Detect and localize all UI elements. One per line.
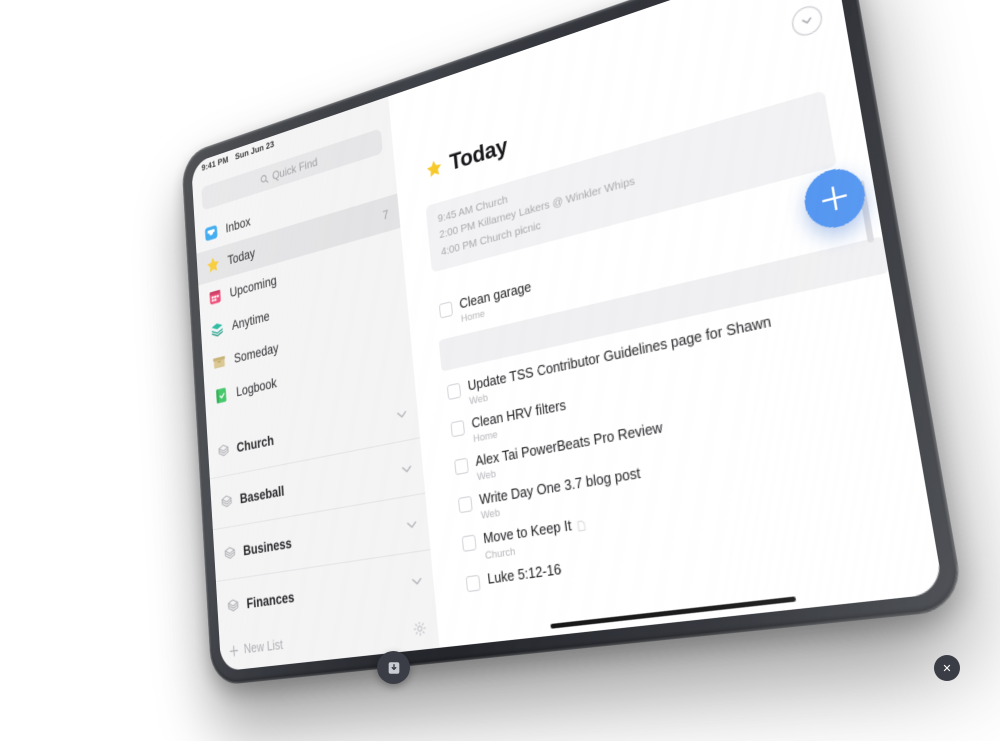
ipad-device: 9:41 PM Sun Jun 23 Quick Find Inbox Toda… bbox=[181, 0, 966, 687]
cube-icon bbox=[217, 442, 230, 460]
gear-icon[interactable] bbox=[413, 620, 427, 637]
sidebar-area-label: Business bbox=[242, 535, 293, 559]
layers-icon bbox=[211, 322, 224, 338]
plus-icon bbox=[229, 644, 238, 656]
chevron-down-icon[interactable] bbox=[411, 571, 423, 589]
star-icon bbox=[426, 158, 442, 178]
task-title: Luke 5:12-16 bbox=[486, 560, 562, 587]
task-checkbox[interactable] bbox=[450, 419, 466, 438]
task-row[interactable]: Luke 5:12-16 bbox=[433, 505, 935, 601]
sidebar-item-label: Inbox bbox=[225, 214, 251, 236]
task-title: Alex Tai PowerBeats Pro Review bbox=[474, 419, 664, 470]
book-check-icon bbox=[216, 387, 227, 404]
task-title: Clean HRV filters bbox=[470, 397, 567, 432]
task-title-wrap: Update TSS Contributor Guidelines page f… bbox=[467, 313, 773, 395]
plus-icon bbox=[816, 179, 853, 218]
chevron-down-icon[interactable] bbox=[401, 459, 412, 477]
task-subtitle: Web bbox=[468, 392, 489, 408]
chevron-down-icon[interactable] bbox=[406, 515, 418, 533]
cube-icon bbox=[226, 597, 240, 615]
chevron-down-circle-icon bbox=[799, 13, 814, 29]
sidebar-area-label: Finances bbox=[246, 589, 295, 612]
task-title-wrap: Alex Tai PowerBeats Pro Review bbox=[475, 420, 664, 472]
cube-icon bbox=[223, 544, 236, 562]
task-title-wrap: Clean HRV filters bbox=[471, 397, 567, 433]
sidebar-item-label: Anytime bbox=[231, 308, 271, 333]
app-window: Quick Find Inbox Today 7 Upcoming Anytim… bbox=[191, 0, 945, 672]
ipad-screen: 9:41 PM Sun Jun 23 Quick Find Inbox Toda… bbox=[191, 0, 945, 672]
calendar-events-card[interactable]: 9:45 AM Church 2:00 PM Killarney Lakers … bbox=[425, 90, 837, 273]
box-icon bbox=[213, 355, 225, 369]
task-title: Write Day One 3.7 blog post bbox=[478, 465, 642, 509]
sidebar-item-label: Today bbox=[227, 245, 256, 268]
task-row[interactable]: Alex Tai PowerBeats Pro Review Web bbox=[422, 369, 913, 497]
task-checkbox[interactable] bbox=[454, 457, 469, 476]
sidebar-scroll: Inbox Today 7 Upcoming Anytime Someday L… bbox=[195, 160, 436, 633]
sidebar-item-count: 7 bbox=[382, 206, 390, 223]
task-title: Move to Keep It bbox=[482, 518, 573, 548]
task-title-wrap: Move to Keep It bbox=[483, 516, 587, 549]
close-button[interactable]: ✕ bbox=[934, 655, 960, 681]
page-title-text: Today bbox=[448, 132, 509, 176]
star-icon bbox=[206, 255, 220, 274]
task-checkbox[interactable] bbox=[457, 496, 473, 514]
main-content: Today 9:45 AM Church 2:00 PM Killarney L… bbox=[388, 0, 945, 648]
task-row[interactable]: Move to Keep It Church bbox=[429, 459, 929, 574]
sidebar-item-label: Someday bbox=[233, 340, 279, 366]
tap-hand-icon bbox=[388, 661, 399, 674]
note-icon bbox=[576, 520, 586, 532]
sidebar-item-label: Upcoming bbox=[229, 272, 278, 301]
chevron-down-icon[interactable] bbox=[396, 405, 407, 423]
sidebar-item-label: Logbook bbox=[235, 375, 278, 400]
task-checkbox[interactable] bbox=[461, 534, 477, 553]
new-list-button[interactable]: New List bbox=[243, 637, 283, 656]
calendar-icon bbox=[209, 289, 221, 305]
home-indicator bbox=[549, 596, 796, 629]
search-placeholder: Quick Find bbox=[271, 155, 318, 183]
show-later-toggle-button[interactable] bbox=[790, 2, 825, 40]
add-task-button[interactable] bbox=[800, 162, 870, 234]
task-subtitle: Web bbox=[476, 468, 497, 484]
task-row[interactable]: Write Day One 3.7 blog post Web bbox=[426, 414, 922, 535]
task-checkbox[interactable] bbox=[446, 382, 462, 401]
status-time: 9:41 PM bbox=[201, 154, 229, 174]
content-scrollbar[interactable] bbox=[857, 179, 875, 244]
sidebar-area-label: Baseball bbox=[239, 483, 285, 507]
inbox-tray-icon bbox=[204, 224, 218, 242]
search-icon bbox=[260, 172, 269, 185]
touch-indicator bbox=[377, 651, 410, 684]
perspective-stage: 9:41 PM Sun Jun 23 Quick Find Inbox Toda… bbox=[0, 0, 1000, 741]
page-title: Today bbox=[424, 27, 851, 184]
task-title: Update TSS Contributor Guidelines page f… bbox=[467, 313, 773, 394]
sidebar-area-label: Church bbox=[236, 432, 275, 456]
task-checkbox[interactable] bbox=[465, 574, 481, 592]
task-subtitle: Church bbox=[484, 545, 516, 562]
task-title-wrap: Write Day One 3.7 blog post bbox=[479, 465, 642, 509]
task-checkbox[interactable] bbox=[438, 300, 454, 319]
cube-icon bbox=[220, 492, 233, 510]
task-title-wrap: Luke 5:12-16 bbox=[487, 561, 562, 589]
calendar-event: 9:45 AM Church bbox=[437, 193, 509, 226]
task-subtitle: Home bbox=[472, 428, 499, 446]
task-subtitle: Web bbox=[480, 507, 501, 523]
